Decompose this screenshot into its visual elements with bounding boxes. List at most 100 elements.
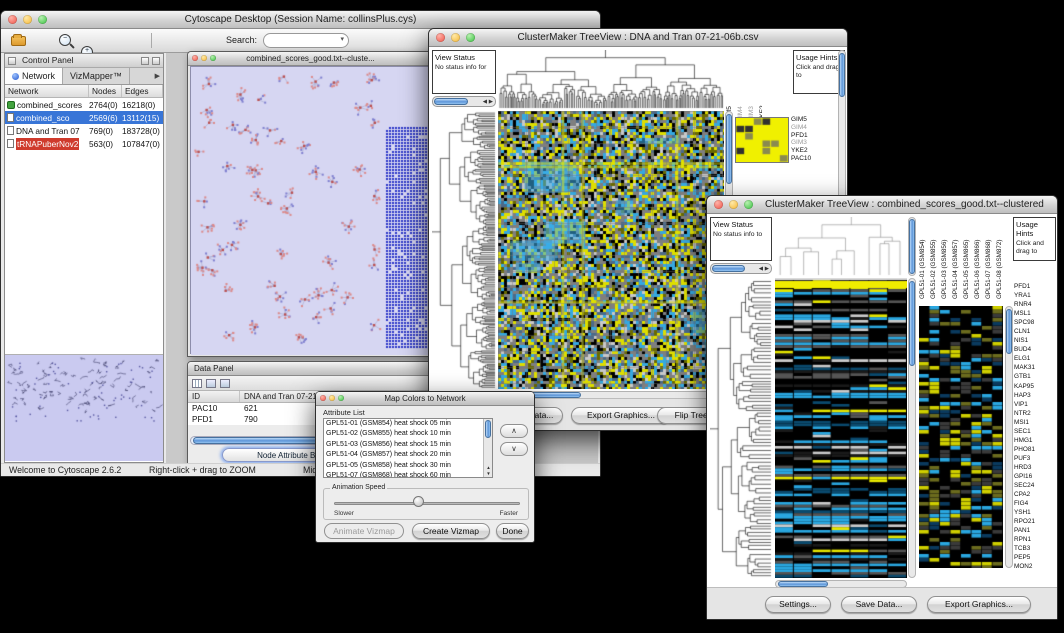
zoom-button[interactable]	[744, 200, 753, 209]
dialog-titlebar[interactable]: Map Colors to Network	[316, 392, 534, 406]
close-button[interactable]	[320, 395, 326, 401]
speed-slider-track[interactable]	[334, 502, 520, 505]
control-panel-header[interactable]: Control Panel	[5, 54, 163, 68]
panel-close-icon[interactable]	[152, 57, 160, 65]
column-dendrogram-canvas[interactable]	[498, 50, 724, 109]
network-row-combined-scores[interactable]: combined_scores 2764(0) 16218(0)	[5, 98, 163, 111]
export-graphics-button[interactable]: Export Graphics...	[927, 596, 1031, 613]
gene-label[interactable]: PUF3	[1014, 454, 1058, 463]
settings-button[interactable]: Settings...	[765, 596, 831, 613]
close-button[interactable]	[8, 15, 17, 24]
gene-label[interactable]: GPI16	[1014, 472, 1058, 481]
gene-label[interactable]: MSI1	[1014, 418, 1058, 427]
network-graph-canvas[interactable]	[191, 67, 432, 355]
attribute-listbox[interactable]: GPL51-01 (GSM854) heat shock 05 minGPL51…	[323, 418, 493, 478]
gene-label[interactable]: VIP1	[1014, 400, 1058, 409]
nav-thumb[interactable]	[434, 98, 468, 105]
gene-label[interactable]: SPC98	[1014, 318, 1058, 327]
gene-label[interactable]: PHO81	[1014, 445, 1058, 454]
gene-label[interactable]: HAP3	[1014, 391, 1058, 400]
database-add-icon[interactable]	[220, 379, 230, 388]
zoom-out-icon[interactable]: −	[59, 34, 71, 46]
attribute-table-icon[interactable]	[192, 379, 202, 388]
network-overview-canvas[interactable]	[5, 355, 163, 461]
gene-label[interactable]: PAN1	[1014, 526, 1058, 535]
gene-label[interactable]: PEP5	[1014, 553, 1058, 562]
tab-vizmapper[interactable]: VizMapper™	[63, 68, 130, 84]
vscroll-thumb[interactable]	[839, 53, 845, 97]
panel-float-icon[interactable]	[141, 57, 149, 65]
close-button[interactable]	[192, 55, 198, 61]
export-graphics-button[interactable]: Export Graphics...	[571, 407, 671, 424]
gene-label[interactable]: SEC24	[1014, 481, 1058, 490]
vscroll-thumb[interactable]	[726, 114, 732, 184]
gene-label[interactable]: TCB3	[1014, 544, 1058, 553]
gene-label[interactable]: YRA1	[1014, 291, 1058, 300]
database-icon[interactable]	[206, 379, 216, 388]
close-button[interactable]	[714, 200, 723, 209]
vscroll-thumb[interactable]	[909, 219, 915, 274]
nav-left-icon[interactable]: ◀	[759, 264, 763, 274]
selection-heatmap-canvas[interactable]	[919, 306, 1003, 568]
search-input[interactable]	[270, 35, 336, 46]
search-combobox[interactable]: ▾	[263, 33, 349, 48]
treeview-combined-titlebar[interactable]: ClusterMaker TreeView : combined_scores_…	[707, 196, 1057, 214]
zoom-button[interactable]	[38, 15, 47, 24]
minimize-button[interactable]	[451, 33, 460, 42]
combo-arrow-icon[interactable]: ▾	[340, 35, 344, 43]
gene-label[interactable]: HMG1	[1014, 436, 1058, 445]
row-dendrogram-canvas[interactable]	[432, 111, 496, 389]
data-panel-titlebar[interactable]: Data Panel	[188, 362, 433, 376]
gene-label[interactable]: ELG1	[1014, 354, 1058, 363]
network-row-dna-tran[interactable]: DNA and Tran 07 769(0) 183728(0)	[5, 124, 163, 137]
animate-vizmap-button[interactable]: Animate Vizmap	[324, 523, 404, 539]
gene-label[interactable]: CLN1	[1014, 327, 1058, 336]
panel-grid-icon[interactable]	[8, 57, 16, 65]
minimize-button[interactable]	[329, 395, 335, 401]
save-data-button[interactable]: Save Data...	[841, 596, 917, 613]
zoom-button[interactable]	[210, 55, 216, 61]
minimize-button[interactable]	[729, 200, 738, 209]
gene-label[interactable]: FIG4	[1014, 499, 1058, 508]
attribute-item[interactable]: GPL51-07 (GSM868) heat shock 60 min	[324, 471, 492, 478]
col-network[interactable]: Network	[5, 85, 89, 97]
nav-thumb[interactable]	[712, 265, 745, 272]
attribute-item[interactable]: GPL51-04 (GSM857) heat shock 20 min	[324, 450, 492, 460]
attribute-item[interactable]: GPL51-03 (GSM856) heat shock 15 min	[324, 440, 492, 450]
move-down-button[interactable]: ∨	[500, 442, 528, 456]
cytoscape-titlebar[interactable]: Cytoscape Desktop (Session Name: collins…	[1, 11, 600, 29]
network-view-titlebar[interactable]: combined_scores_good.txt--cluste...	[188, 52, 433, 66]
scroll-up-icon[interactable]: ▲	[485, 465, 492, 470]
gene-label[interactable]: BUD4	[1014, 345, 1058, 354]
gene-label[interactable]: RPO21	[1014, 517, 1058, 526]
vscroll-thumb[interactable]	[1006, 309, 1012, 354]
gene-label[interactable]: HRD3	[1014, 463, 1058, 472]
vscroll-thumb[interactable]	[485, 420, 491, 438]
nav-left-icon[interactable]: ◀	[483, 97, 487, 107]
gene-label[interactable]: MSL1	[1014, 309, 1058, 318]
scroll-down-icon[interactable]: ▼	[485, 471, 492, 476]
vscroll-thumb[interactable]	[909, 281, 915, 366]
create-vizmap-button[interactable]: Create Vizmap	[412, 523, 490, 539]
speed-slider-thumb[interactable]	[413, 496, 424, 507]
col-nodes[interactable]: Nodes	[89, 85, 122, 97]
zoom-button[interactable]	[338, 395, 344, 401]
network-row-trnapubernov2[interactable]: tRNAPuberNov2 563(0) 107847(0)	[5, 137, 163, 150]
col-id[interactable]: ID	[188, 391, 240, 402]
attribute-item[interactable]: GPL51-01 (GSM854) heat shock 05 min	[324, 419, 492, 429]
open-session-icon[interactable]	[11, 36, 26, 46]
attribute-item[interactable]: GPL51-05 (GSM858) heat shock 30 min	[324, 461, 492, 471]
gene-label[interactable]: PFD1	[1014, 282, 1058, 291]
gene-label[interactable]: KAP95	[1014, 382, 1058, 391]
network-overview-panel[interactable]	[5, 354, 163, 462]
move-up-button[interactable]: ∧	[500, 424, 528, 438]
gene-label[interactable]: RNR4	[1014, 300, 1058, 309]
attribute-item[interactable]: GPL51-02 (GSM855) heat shock 10 min	[324, 429, 492, 439]
col-edges[interactable]: Edges	[122, 85, 163, 97]
gene-label[interactable]: MAK31	[1014, 363, 1058, 372]
gene-label[interactable]: CPA2	[1014, 490, 1058, 499]
gene-label[interactable]: YSH1	[1014, 508, 1058, 517]
gene-label[interactable]: NIS1	[1014, 336, 1058, 345]
row-dendrogram-canvas[interactable]	[710, 278, 772, 578]
close-button[interactable]	[436, 33, 445, 42]
